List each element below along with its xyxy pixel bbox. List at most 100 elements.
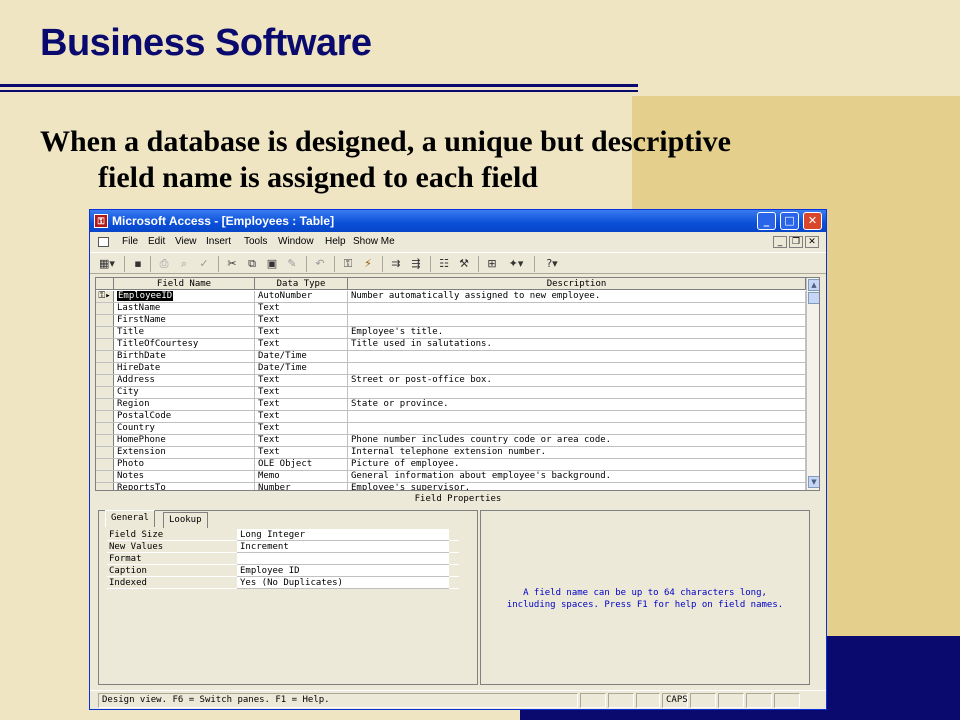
table-row[interactable]: ⚿▸ EmployeeID AutoNumber Number automatical…	[96, 291, 806, 303]
data-type-cell[interactable]: Number	[255, 483, 348, 490]
help-icon[interactable]: ?▾	[540, 256, 564, 271]
row-selector[interactable]	[96, 447, 114, 458]
description-cell[interactable]: Number automatically assigned to new emp…	[348, 291, 806, 302]
table-row[interactable]: HireDate Date/Time	[96, 363, 806, 375]
field-name-cell[interactable]: City	[114, 387, 255, 398]
print-icon[interactable]: ⎙	[156, 256, 172, 271]
description-cell[interactable]: Title used in salutations.	[348, 339, 806, 350]
table-row[interactable]: Photo OLE Object Picture of employee.	[96, 459, 806, 471]
data-type-cell[interactable]: Text	[255, 327, 348, 338]
row-selector[interactable]	[96, 387, 114, 398]
field-name-cell[interactable]: HireDate	[114, 363, 255, 374]
field-name-cell[interactable]: EmployeeID	[114, 291, 255, 302]
access-key-icon[interactable]: ⚿	[94, 214, 108, 228]
data-type-cell[interactable]: Text	[255, 339, 348, 350]
field-name-cell[interactable]: BirthDate	[114, 351, 255, 362]
primary-key-icon[interactable]: ⚿▸	[96, 291, 114, 302]
mdi-minimize-button[interactable]: _	[773, 236, 787, 248]
field-name-cell[interactable]: PostalCode	[114, 411, 255, 422]
description-cell[interactable]	[348, 315, 806, 326]
minimize-button[interactable]: _	[757, 212, 776, 230]
indexes-icon[interactable]: ⚡	[360, 256, 376, 271]
field-name-cell[interactable]: Extension	[114, 447, 255, 458]
window-titlebar[interactable]: ⚿ Microsoft Access - [Employees : Table]…	[90, 210, 826, 232]
field-name-cell[interactable]: HomePhone	[114, 435, 255, 446]
table-row[interactable]: Notes Memo General information about emplo…	[96, 471, 806, 483]
description-cell[interactable]: Employee's title.	[348, 327, 806, 338]
table-row[interactable]: ReportsTo Number Employee's supervisor.	[96, 483, 806, 490]
row-selector[interactable]	[96, 339, 114, 350]
row-selector[interactable]	[96, 363, 114, 374]
description-cell[interactable]: State or province.	[348, 399, 806, 410]
row-selector[interactable]	[96, 423, 114, 434]
data-type-cell[interactable]: Text	[255, 303, 348, 314]
table-row[interactable]: Title Text Employee's title.	[96, 327, 806, 339]
property-value-field[interactable]: Long Integer	[237, 529, 449, 541]
field-name-cell[interactable]: Notes	[114, 471, 255, 482]
table-row[interactable]: Extension Text Internal telephone extensio…	[96, 447, 806, 459]
property-value-field[interactable]: Increment	[237, 541, 449, 553]
header-field-name[interactable]: Field Name	[114, 278, 255, 290]
data-type-cell[interactable]: Text	[255, 375, 348, 386]
scroll-thumb[interactable]	[808, 292, 819, 304]
table-row[interactable]: TitleOfCourtesy Text Title used in salutat…	[96, 339, 806, 351]
property-value-field[interactable]: Yes (No Duplicates)	[237, 577, 449, 589]
header-description[interactable]: Description	[348, 278, 806, 290]
field-name-cell[interactable]: Address	[114, 375, 255, 386]
field-name-cell[interactable]: Region	[114, 399, 255, 410]
data-type-cell[interactable]: Text	[255, 411, 348, 422]
table-row[interactable]: LastName Text	[96, 303, 806, 315]
close-button[interactable]: ✕	[803, 212, 822, 230]
table-row[interactable]: PostalCode Text	[96, 411, 806, 423]
tab-lookup[interactable]: Lookup	[163, 512, 208, 528]
save-icon[interactable]: ▪	[130, 256, 146, 271]
table-row[interactable]: Region Text State or province.	[96, 399, 806, 411]
table-row[interactable]: City Text	[96, 387, 806, 399]
vertical-scrollbar[interactable]: ▲ ▼	[806, 278, 819, 490]
build-icon[interactable]: ⚒	[456, 256, 472, 271]
data-type-cell[interactable]: Date/Time	[255, 351, 348, 362]
field-name-cell[interactable]: Photo	[114, 459, 255, 470]
tab-general[interactable]: General	[105, 510, 155, 527]
field-name-cell[interactable]: LastName	[114, 303, 255, 314]
data-type-cell[interactable]: Text	[255, 435, 348, 446]
description-cell[interactable]: Picture of employee.	[348, 459, 806, 470]
row-selector[interactable]	[96, 411, 114, 422]
undo-icon[interactable]: ↶	[312, 256, 328, 271]
table-row[interactable]: HomePhone Text Phone number includes count…	[96, 435, 806, 447]
description-cell[interactable]	[348, 351, 806, 362]
properties-icon[interactable]: ☷	[436, 256, 452, 271]
field-name-cell[interactable]: Title	[114, 327, 255, 338]
new-object-icon[interactable]: ✦▾	[504, 256, 528, 271]
table-design-grid[interactable]: Field Name Data Type Description ⚿▸ Emplo…	[95, 277, 820, 491]
menu-insert[interactable]: Insert	[206, 233, 231, 251]
row-selector[interactable]	[96, 483, 114, 490]
data-type-cell[interactable]: Text	[255, 387, 348, 398]
menu-window[interactable]: Window	[278, 233, 314, 251]
mdi-close-button[interactable]: ✕	[805, 236, 819, 248]
data-type-cell[interactable]: Text	[255, 399, 348, 410]
scroll-up-arrow[interactable]: ▲	[808, 279, 819, 291]
description-cell[interactable]	[348, 303, 806, 314]
menu-view[interactable]: View	[175, 233, 197, 251]
table-row[interactable]: Address Text Street or post-office box.	[96, 375, 806, 387]
print-preview-icon[interactable]: ⌕	[176, 256, 192, 271]
menu-show-me[interactable]: Show Me	[353, 233, 395, 251]
data-type-cell[interactable]: Date/Time	[255, 363, 348, 374]
row-selector[interactable]	[96, 471, 114, 482]
property-value-field[interactable]: Employee ID	[237, 565, 449, 577]
copy-icon[interactable]: ⧉	[244, 256, 260, 271]
mdi-restore-button[interactable]: ❐	[789, 236, 803, 248]
menu-tools[interactable]: Tools	[244, 233, 267, 251]
data-type-cell[interactable]: Memo	[255, 471, 348, 482]
row-selector[interactable]	[96, 303, 114, 314]
maximize-button[interactable]: □	[780, 212, 799, 230]
row-selector[interactable]	[96, 327, 114, 338]
menu-edit[interactable]: Edit	[148, 233, 165, 251]
menu-help[interactable]: Help	[325, 233, 346, 251]
menu-file[interactable]: File	[122, 233, 138, 251]
row-selector[interactable]	[96, 459, 114, 470]
description-cell[interactable]: Street or post-office box.	[348, 375, 806, 386]
data-type-cell[interactable]: Text	[255, 447, 348, 458]
data-type-cell[interactable]: AutoNumber	[255, 291, 348, 302]
